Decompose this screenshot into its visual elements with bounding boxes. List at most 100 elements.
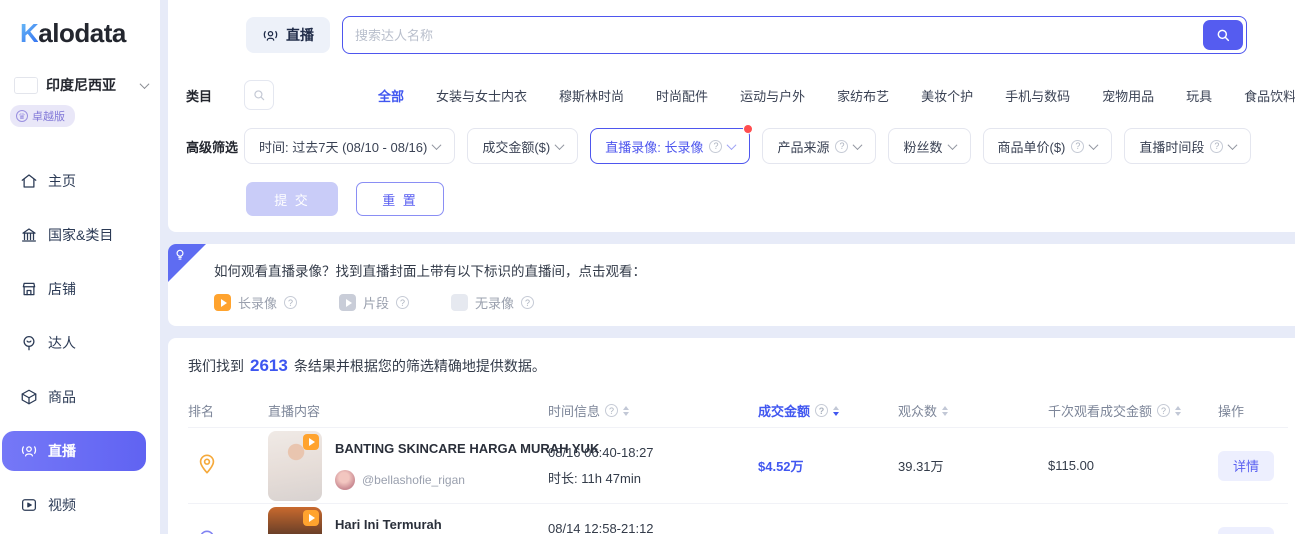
country-name: 印度尼西亚 — [46, 77, 116, 93]
help-circle-icon — [605, 404, 619, 417]
live-content-cell: BANTING SKINCARE HARGA MURAH YUK @bellas… — [268, 430, 599, 501]
live-title[interactable]: Hari Ini Termurah — [335, 517, 442, 532]
filter-unit-price[interactable]: 商品单价($) — [982, 128, 1113, 164]
chevron-down-icon — [554, 139, 565, 150]
header-gpm[interactable]: 千次观看成交金额 — [1048, 401, 1218, 420]
category-item-all[interactable]: 全部 — [378, 86, 404, 105]
tag-long-recording: 长录像 — [214, 293, 298, 312]
category-item[interactable]: 宠物用品 — [1102, 86, 1154, 105]
scope-live-label: 直播 — [286, 27, 314, 43]
filter-time-label: 时间: 过去7天 (08/10 - 08/16) — [259, 139, 428, 155]
filter-unit-price-label: 商品单价($) — [997, 139, 1066, 155]
sort-icon[interactable] — [1175, 405, 1182, 416]
category-item[interactable]: 食品饮料 — [1244, 86, 1295, 105]
sidebar-item-live[interactable]: 直播 — [2, 431, 146, 471]
filter-live-timeslot[interactable]: 直播时间段 — [1124, 128, 1252, 164]
time-info-cell: 08/16 06:40-18:27 时长: 11h 47min — [548, 440, 758, 492]
rank-cell — [188, 529, 268, 534]
time-range: 08/16 06:40-18:27 — [548, 444, 654, 460]
category-item[interactable]: 玩具 — [1186, 86, 1212, 105]
help-circle-icon — [1071, 139, 1085, 153]
filter-live-timeslot-label: 直播时间段 — [1139, 139, 1205, 155]
help-circle-icon — [1157, 404, 1171, 417]
brand-logo[interactable]: Kalodata — [0, 18, 160, 49]
sidebar-item-home[interactable]: 主页 — [2, 161, 146, 201]
rank-cell — [188, 453, 268, 478]
category-item[interactable]: 穆斯林时尚 — [559, 86, 624, 105]
country-selector[interactable]: 印度尼西亚 — [14, 75, 150, 95]
live-thumbnail[interactable] — [268, 506, 322, 534]
sidebar-item-country-category[interactable]: 国家&类目 — [2, 215, 146, 255]
sidebar-item-creator[interactable]: 达人 — [2, 323, 146, 363]
creator-icon — [23, 335, 35, 351]
filter-live-recording[interactable]: 直播录像: 长录像 — [590, 124, 754, 164]
filter-gmv-label: 成交金额($) — [482, 139, 551, 155]
table-row[interactable]: Hari Ini Termurah @kohcun 08/14 12:58-21… — [188, 504, 1288, 534]
submit-button[interactable]: 提 交 — [246, 182, 338, 216]
category-item[interactable]: 美妆个护 — [921, 86, 973, 105]
filter-chips: 时间: 过去7天 (08/10 - 08/16) 成交金额($) 直播录像: 长… — [244, 124, 1252, 164]
bank-icon — [21, 228, 37, 242]
time-info-cell: 08/14 12:58-21:12 时长: 8h 14min — [548, 516, 758, 534]
filter-gmv[interactable]: 成交金额($) — [467, 128, 579, 164]
sort-icon[interactable] — [942, 405, 949, 416]
info-circle-icon[interactable] — [521, 296, 535, 309]
table-row[interactable]: BANTING SKINCARE HARGA MURAH YUK @bellas… — [188, 428, 1288, 504]
crown-icon: ♛ — [16, 110, 28, 122]
filter-time[interactable]: 时间: 过去7天 (08/10 - 08/16) — [244, 128, 456, 164]
header-live-content: 直播内容 — [268, 404, 321, 419]
storefront-icon — [22, 282, 36, 296]
filter-live-recording-label: 直播录像: 长录像 — [605, 139, 704, 155]
sidebar-item-label: 达人 — [48, 335, 76, 351]
search-input[interactable] — [355, 27, 1203, 43]
tag-no-recording-label: 无录像 — [475, 296, 515, 311]
header-gmv[interactable]: 成交金额 — [758, 401, 898, 420]
summary-prefix: 我们找到 — [188, 358, 244, 374]
category-label: 类目 — [186, 88, 213, 104]
header-viewers[interactable]: 观众数 — [898, 401, 1048, 420]
plan-badge-label: 卓越版 — [32, 111, 65, 123]
category-search-button[interactable] — [244, 80, 274, 110]
category-item[interactable]: 家纺布艺 — [837, 86, 889, 105]
scope-live-button[interactable]: 直播 — [246, 17, 330, 53]
sidebar-item-shop[interactable]: 店铺 — [2, 269, 146, 309]
info-circle-icon[interactable] — [396, 296, 410, 309]
live-author[interactable]: @bellashofie_rigan — [335, 470, 548, 490]
time-range: 08/14 12:58-21:12 — [548, 520, 654, 534]
filter-followers[interactable]: 粉丝数 — [888, 128, 971, 164]
detail-button[interactable]: 详情 — [1218, 450, 1274, 481]
recording-tip-banner: 如何观看直播录像？找到直播封面上带有以下标识的直播间，点击观看： 长录像 片段 … — [168, 244, 1295, 326]
info-circle-icon[interactable] — [284, 296, 298, 309]
header-time-info[interactable]: 时间信息 — [548, 401, 758, 420]
reset-button[interactable]: 重 置 — [356, 182, 444, 216]
category-item[interactable]: 女装与女士内衣 — [436, 86, 527, 105]
sidebar-item-video[interactable]: 视频 — [2, 485, 146, 525]
filter-product-source[interactable]: 产品来源 — [762, 128, 877, 164]
gmv-value: $4.52万 — [758, 459, 804, 474]
live-thumbnail[interactable] — [268, 430, 322, 501]
results-summary: 我们找到 2613 条结果并根据您的筛选精确地提供数据。 — [188, 356, 1288, 376]
banner-question: 如何观看直播录像？找到直播封面上带有以下标识的直播间，点击观看： — [214, 264, 646, 279]
search-button[interactable] — [1203, 20, 1243, 50]
sidebar: Kalodata 印度尼西亚 ♛ 卓越版 主页 国家&类目 店铺 达人 商品 直… — [0, 0, 160, 534]
category-item[interactable]: 运动与户外 — [740, 86, 805, 105]
sidebar-item-label: 国家&类目 — [48, 227, 114, 243]
table-header: 排名 直播内容 时间信息 成交金额 观众数 千次观看成交金额 — [188, 394, 1288, 428]
sort-icon[interactable] — [623, 405, 630, 416]
long-recording-icon — [303, 433, 319, 450]
rank-medal-silver-icon — [200, 530, 214, 534]
category-item[interactable]: 手机与数码 — [1005, 86, 1070, 105]
filter-card: 直播 类目 全部 女装与女士内衣 穆斯林时尚 时尚配 — [168, 0, 1295, 232]
sort-icon-active[interactable] — [833, 405, 840, 416]
viewers-value: 39.31万 — [898, 459, 944, 474]
filter-product-source-label: 产品来源 — [777, 139, 830, 155]
creator-handle: @bellashofie_rigan — [362, 473, 465, 487]
summary-suffix: 条结果并根据您的筛选精确地提供数据。 — [293, 358, 546, 374]
detail-button[interactable]: 详情 — [1218, 526, 1274, 534]
category-item[interactable]: 时尚配件 — [656, 86, 708, 105]
long-recording-icon — [214, 294, 231, 311]
advanced-filter-label: 高级筛选 — [186, 139, 239, 155]
chevron-down-icon — [1088, 139, 1099, 150]
banner-tags: 长录像 片段 无录像 — [214, 293, 1295, 312]
sidebar-item-product[interactable]: 商品 — [2, 377, 146, 417]
